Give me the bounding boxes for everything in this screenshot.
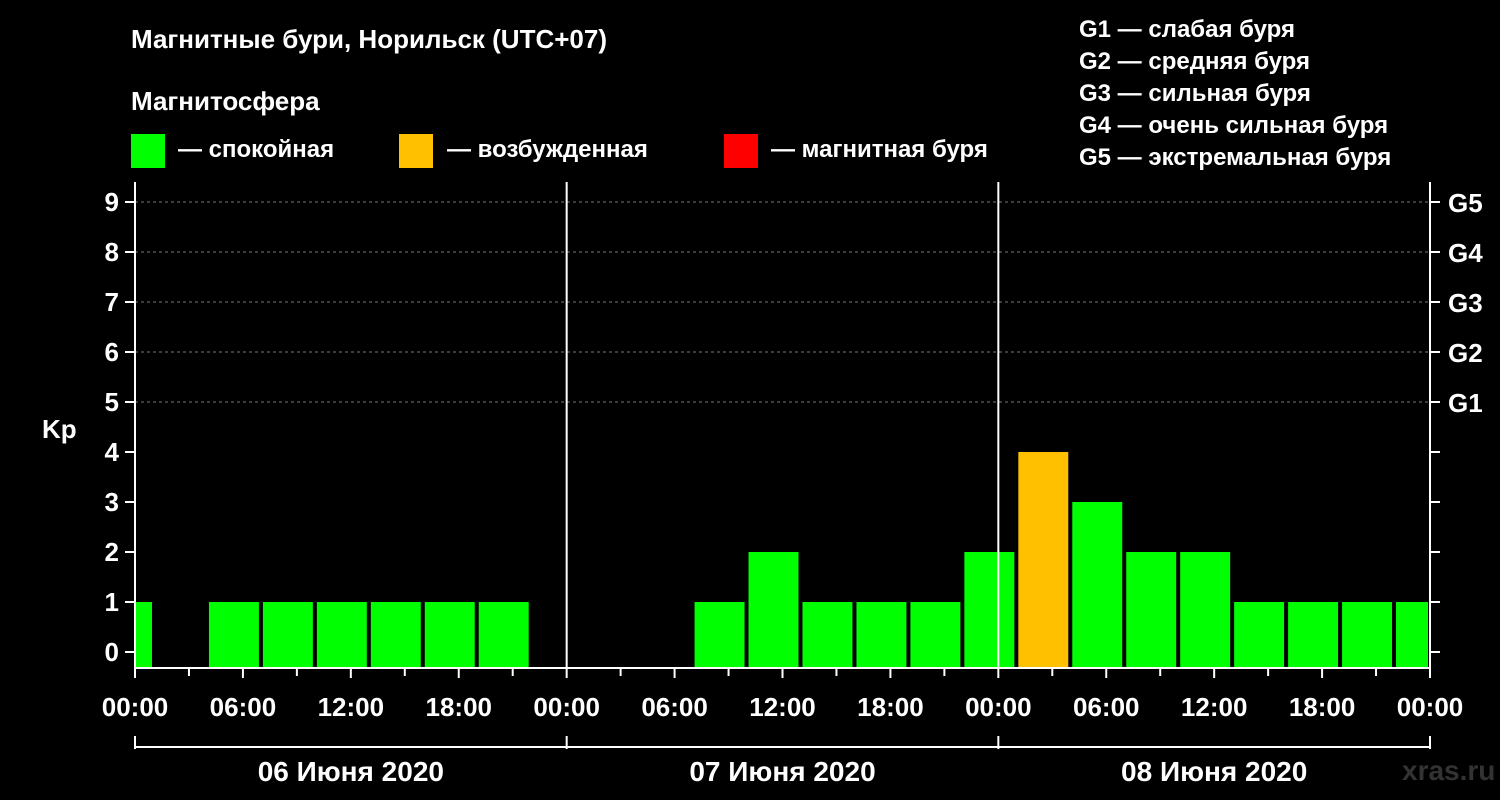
kp-bar (1180, 552, 1231, 667)
kp-bar (136, 602, 152, 667)
g-scale-label: G2 (1448, 338, 1483, 368)
g-scale-label: G5 (1448, 188, 1483, 218)
kp-bar (802, 602, 853, 667)
day-label: 07 Июня 2020 (689, 756, 875, 787)
x-tick-label: 06:00 (641, 692, 708, 722)
y-tick-label: 3 (105, 487, 119, 517)
x-tick-label: 18:00 (857, 692, 924, 722)
day-label: 06 Июня 2020 (258, 756, 444, 787)
y-tick-label: 6 (105, 337, 119, 367)
x-tick-label: 12:00 (1181, 692, 1248, 722)
x-tick-label: 06:00 (210, 692, 277, 722)
kp-bar (1072, 502, 1123, 667)
x-tick-label: 00:00 (965, 692, 1032, 722)
g-scale-label: G4 (1448, 238, 1483, 268)
kp-bar (694, 602, 745, 667)
x-tick-label: 06:00 (1073, 692, 1140, 722)
kp-bar-chart: Kp 0 1 2 3 4 5 6 7 8 9 G1 G2 G3 G4 G5 00:00 06:00 12:00 18… (42, 182, 1483, 787)
kp-bar (316, 602, 367, 667)
g-scale-label: G1 (1448, 388, 1483, 418)
x-tick-label: 18:00 (426, 692, 493, 722)
kp-bar (1288, 602, 1339, 667)
kp-bar (262, 602, 313, 667)
y-tick-label: 8 (105, 237, 119, 267)
kp-bar (1234, 602, 1285, 667)
kp-bar (208, 602, 259, 667)
y-tick-label: 7 (105, 287, 119, 317)
x-tick-label: 12:00 (318, 692, 385, 722)
x-tick-label: 18:00 (1289, 692, 1356, 722)
watermark: xras.ru (1402, 755, 1496, 786)
kp-bar (856, 602, 907, 667)
kp-bar (370, 602, 421, 667)
kp-bar (424, 602, 475, 667)
x-tick-label: 12:00 (749, 692, 816, 722)
x-tick-label: 00:00 (533, 692, 600, 722)
day-label: 08 Июня 2020 (1121, 756, 1307, 787)
kp-bar (748, 552, 799, 667)
kp-bar (478, 602, 529, 667)
kp-bar (1126, 552, 1177, 667)
x-tick-label: 00:00 (1397, 692, 1464, 722)
kp-bar (910, 602, 961, 667)
kp-bar (1018, 452, 1069, 667)
g-scale-label: G3 (1448, 288, 1483, 318)
y-tick-label: 2 (105, 537, 119, 567)
kp-bar (1342, 602, 1393, 667)
y-tick-label: 1 (105, 587, 119, 617)
x-tick-label: 00:00 (102, 692, 169, 722)
y-tick-label: 9 (105, 187, 119, 217)
kp-bar (1396, 602, 1428, 667)
y-tick-label: 4 (105, 437, 120, 467)
y-tick-label: 5 (105, 387, 119, 417)
y-axis-label: Kp (42, 414, 77, 444)
kp-bar (964, 552, 1015, 667)
y-tick-label: 0 (105, 637, 119, 667)
